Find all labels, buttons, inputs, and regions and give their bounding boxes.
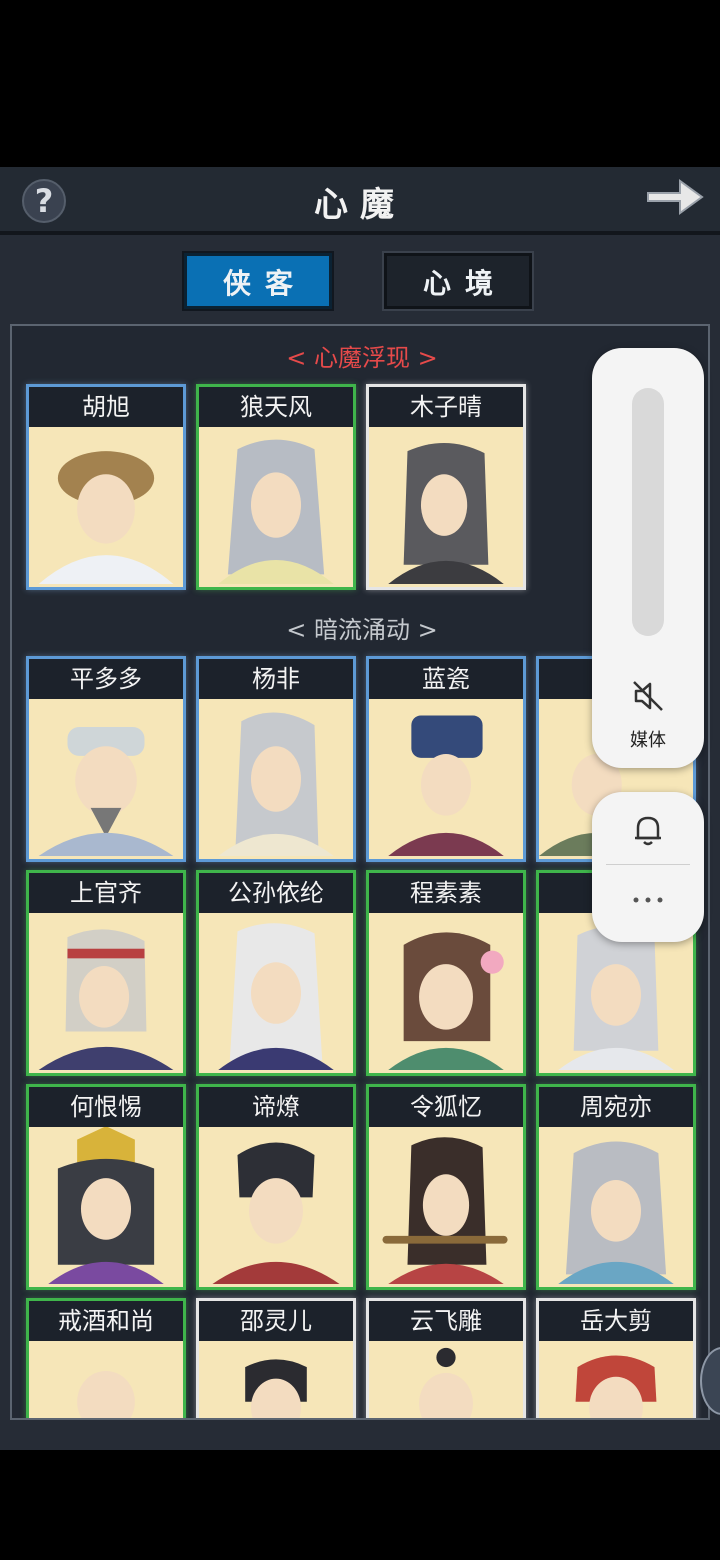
hero-name: 狼天风 <box>199 387 353 427</box>
hero-portrait <box>245 1359 307 1418</box>
ringer-panel <box>592 792 704 942</box>
divider <box>606 864 690 865</box>
hero-name: 邵灵儿 <box>199 1301 353 1341</box>
hero-card[interactable]: 谛燎 <box>196 1084 356 1290</box>
hero-card[interactable]: 狼天风 <box>196 384 356 590</box>
hero-name: 云飞雕 <box>369 1301 523 1341</box>
hero-portrait <box>38 727 174 856</box>
hero-portrait <box>218 439 334 584</box>
page-title: 心魔 <box>314 185 406 225</box>
hero-card[interactable]: 岳大剪 <box>536 1298 696 1418</box>
hero-name: 谛燎 <box>199 1087 353 1127</box>
hero-portrait <box>388 932 504 1070</box>
volume-slider[interactable] <box>632 388 664 636</box>
tab-heroes[interactable]: 侠客 <box>184 253 332 309</box>
hero-portrait <box>388 715 504 856</box>
hero-name: 令狐忆 <box>369 1087 523 1127</box>
hero-portrait <box>77 1370 135 1418</box>
hero-name: 平多多 <box>29 659 183 699</box>
hero-card[interactable]: 胡旭 <box>26 384 186 590</box>
hero-card[interactable]: 平多多 <box>26 656 186 862</box>
hero-card[interactable]: 周宛亦 <box>536 1084 696 1290</box>
hero-card[interactable]: 戒酒和尚 <box>26 1298 186 1418</box>
hero-portrait <box>218 712 334 856</box>
hero-card[interactable]: 上官齐 <box>26 870 186 1076</box>
more-icon[interactable] <box>628 890 668 910</box>
volume-panel: 媒体 <box>592 348 704 768</box>
hero-card[interactable]: 程素素 <box>366 870 526 1076</box>
top-bar: ? 心魔 <box>0 167 720 235</box>
hero-portrait <box>388 442 504 584</box>
arrow-right-icon[interactable] <box>642 173 706 221</box>
hero-card[interactable]: 杨非 <box>196 656 356 862</box>
hero-name: 木子晴 <box>369 387 523 427</box>
hero-name: 胡旭 <box>29 387 183 427</box>
hero-card[interactable]: 邵灵儿 <box>196 1298 356 1418</box>
hero-name: 上官齐 <box>29 873 183 913</box>
hero-portrait <box>218 923 334 1070</box>
hero-portrait <box>38 451 174 584</box>
tab-mindset[interactable]: 心境 <box>384 253 532 309</box>
hero-name: 何恨惕 <box>29 1087 183 1127</box>
hero-portrait <box>558 1141 674 1284</box>
speaker-mute-icon[interactable] <box>630 678 666 714</box>
hero-portrait <box>48 1127 164 1284</box>
hero-card[interactable]: 木子晴 <box>366 384 526 590</box>
hero-name: 蓝瓷 <box>369 659 523 699</box>
hero-portrait <box>212 1142 340 1284</box>
hero-name: 周宛亦 <box>539 1087 693 1127</box>
hero-card[interactable]: 何恨惕 <box>26 1084 186 1290</box>
hero-name: 戒酒和尚 <box>29 1301 183 1341</box>
hero-portrait <box>419 1347 473 1418</box>
bell-icon[interactable] <box>628 810 668 850</box>
hero-card[interactable]: 公孙依纶 <box>196 870 356 1076</box>
media-label: 媒体 <box>630 730 666 751</box>
hero-name: 杨非 <box>199 659 353 699</box>
hero-card[interactable]: 令狐忆 <box>366 1084 526 1290</box>
hero-portrait <box>382 1137 508 1284</box>
hero-name: 程素素 <box>369 873 523 913</box>
hero-portrait <box>575 1355 657 1418</box>
hero-portrait <box>38 929 174 1070</box>
hero-card[interactable]: 云飞雕 <box>366 1298 526 1418</box>
hero-name: 岳大剪 <box>539 1301 693 1341</box>
hero-card[interactable]: 蓝瓷 <box>366 656 526 862</box>
hero-name: 公孙依纶 <box>199 873 353 913</box>
